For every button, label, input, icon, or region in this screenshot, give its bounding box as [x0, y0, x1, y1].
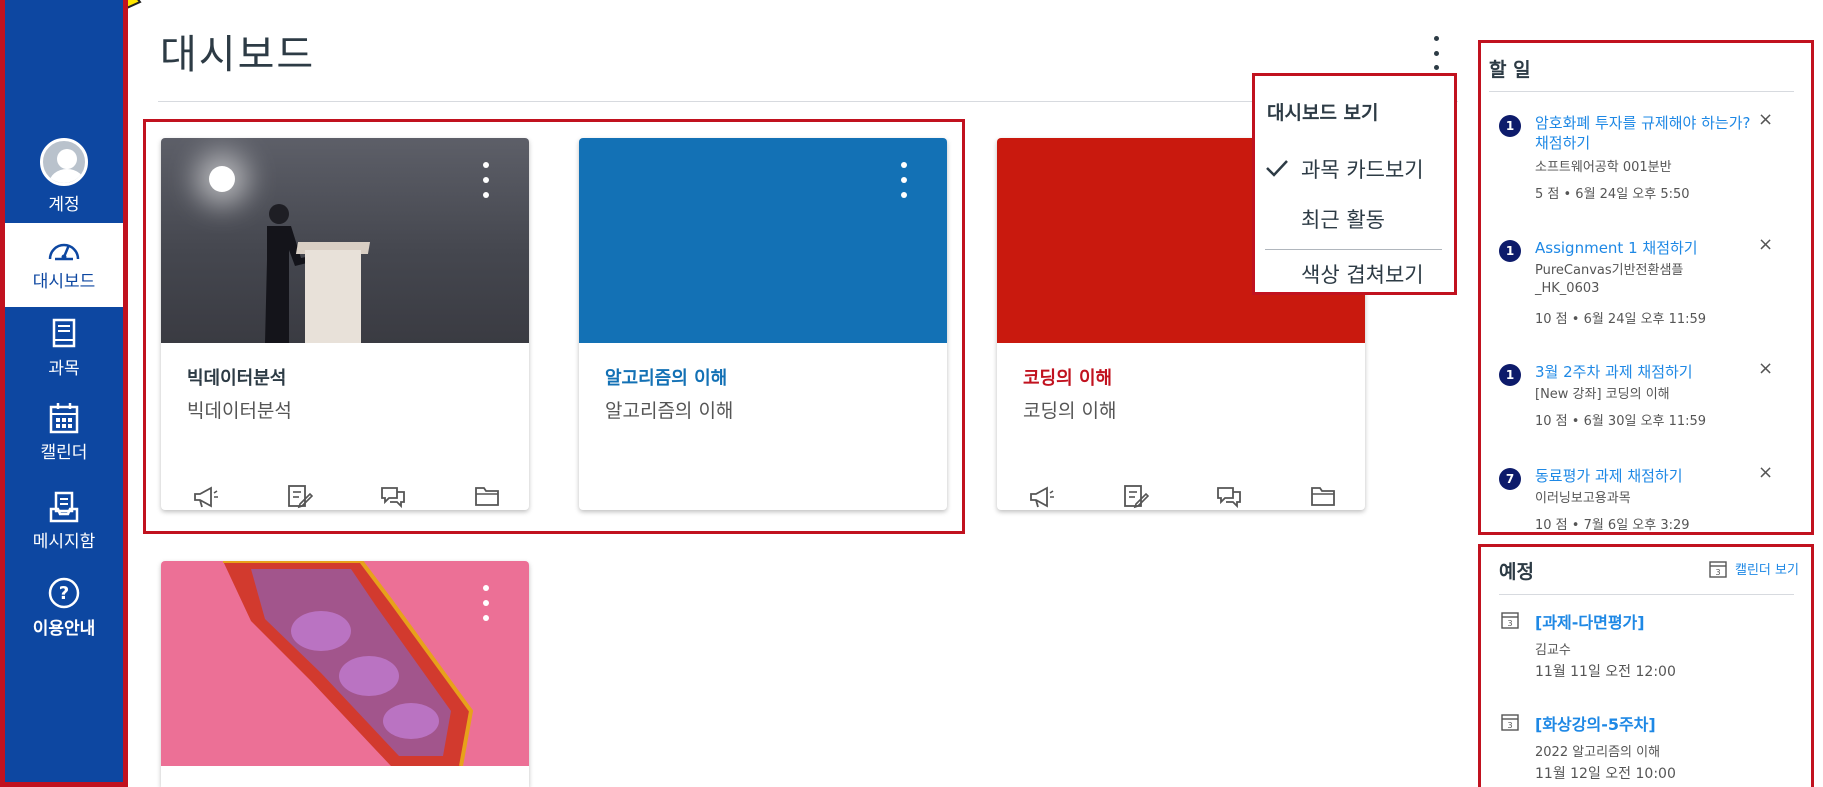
todo-item-link[interactable]: 3월 2주차 과제 채점하기 — [1535, 362, 1765, 382]
upcoming-event-course: 2022 알고리즘의 이해 — [1535, 745, 1661, 760]
svg-text:?: ? — [59, 583, 69, 604]
course-card-image — [579, 138, 947, 343]
svg-text:3: 3 — [1507, 721, 1512, 730]
todo-item-meta: 10 점 • 7월 6일 오후 3:29 — [1535, 518, 1690, 533]
todo-item-course: 이러닝보고용과목 — [1535, 491, 1631, 506]
user-avatar-icon — [40, 138, 88, 186]
course-card-actions — [191, 482, 501, 510]
course-card-subtitle: 빅데이터분석 — [187, 400, 292, 422]
calendar-event-icon: 3 — [1501, 612, 1519, 629]
todo-heading: 할 일 — [1489, 59, 1531, 81]
speaker-figure — [265, 204, 309, 343]
view-option-color-overlay[interactable]: 색상 겹쳐보기 — [1301, 259, 1424, 289]
svg-text:3: 3 — [1715, 568, 1720, 577]
course-card-image — [161, 138, 529, 343]
dismiss-close-icon[interactable]: × — [1758, 234, 1773, 255]
course-card-name[interactable]: 빅데이터분석 — [187, 364, 286, 390]
todo-item-link[interactable]: Assignment 1 채점하기 — [1535, 238, 1765, 258]
announcements-icon[interactable] — [191, 482, 219, 510]
dismiss-close-icon[interactable]: × — [1758, 358, 1773, 379]
dashboard-gauge-icon — [48, 243, 80, 261]
view-calendar-link[interactable]: 3 캘린더 보기 — [1709, 559, 1799, 578]
todo-item-course: PureCanvas기반전환샘플_HK_0603 — [1535, 263, 1684, 296]
todo-item-course: 소프트웨어공학 001분반 — [1535, 160, 1672, 175]
checkmark-icon — [1266, 160, 1288, 177]
todo-item-course: [New 강좌] 코딩의 이해 — [1535, 387, 1670, 402]
dashboard-view-menu: 대시보드 보기 과목 카드보기 최근 활동 색상 겹쳐보기 — [1252, 73, 1457, 295]
calendar-icon: 3 — [1709, 560, 1727, 578]
upcoming-event-date: 11월 11일 오전 12:00 — [1535, 664, 1676, 680]
nav-dashboard-label: 대시보드 — [32, 272, 96, 292]
todo-item-link[interactable]: 동료평가 과제 채점하기 — [1535, 466, 1765, 486]
upcoming-panel: 예정 3 캘린더 보기 3 [과제-다면평가] 김교수 11월 11일 오전 1… — [1478, 544, 1814, 787]
course-card[interactable]: 알고리즘의 이해 알고리즘의 이해 — [579, 138, 947, 510]
needs-grading-count-badge: 1 — [1499, 115, 1521, 137]
course-card-subtitle: 코딩의 이해 — [1023, 400, 1117, 422]
book-icon — [52, 318, 76, 348]
inbox-icon — [49, 491, 79, 523]
course-card-subtitle: 알고리즘의 이해 — [605, 400, 734, 422]
view-menu-divider — [1265, 249, 1442, 250]
nav-inbox[interactable]: 메시지함 — [5, 491, 123, 552]
todo-item-meta: 10 점 • 6월 24일 오후 11:59 — [1535, 312, 1707, 327]
upcoming-event-link[interactable]: [화상강의-5주차] — [1535, 711, 1656, 735]
upcoming-divider — [1499, 594, 1794, 595]
todo-item-link[interactable]: 암호화폐 투자를 규제해야 하는가? 채점하기 — [1535, 113, 1765, 153]
calendar-event-icon: 3 — [1501, 714, 1519, 731]
todo-item-meta: 10 점 • 6월 30일 오후 11:59 — [1535, 414, 1707, 429]
help-circle-icon: ? — [48, 577, 80, 609]
nav-help-label: 이용안내 — [32, 619, 96, 639]
assignments-icon[interactable] — [1121, 482, 1149, 510]
discussions-icon[interactable] — [379, 482, 407, 510]
course-card-actions — [1027, 482, 1337, 510]
upcoming-heading: 예정 — [1499, 561, 1534, 583]
nav-account[interactable]: 계정 — [5, 138, 123, 215]
nav-dashboard[interactable]: 대시보드 — [5, 223, 123, 307]
view-option-recent-activity[interactable]: 최근 활동 — [1301, 204, 1385, 234]
dismiss-close-icon[interactable]: × — [1758, 109, 1773, 130]
card-options-kebab-icon[interactable] — [899, 162, 909, 198]
nav-help[interactable]: ? 이용안내 — [5, 576, 123, 639]
files-folder-icon[interactable] — [1309, 482, 1337, 510]
calendar-icon — [49, 403, 79, 434]
svg-text:3: 3 — [1507, 619, 1512, 628]
nav-courses[interactable]: 과목 — [5, 318, 123, 379]
course-card-name[interactable]: 알고리즘의 이해 — [605, 364, 727, 390]
course-card-image — [161, 561, 529, 766]
upcoming-event-date: 11월 12일 오전 10:00 — [1535, 766, 1676, 782]
global-nav: 계정 대시보드 과목 캘린더 메시지함 ? 이용안내 — [0, 0, 128, 787]
todo-item-meta: 5 점 • 6월 24일 오후 5:50 — [1535, 187, 1690, 202]
upcoming-event-link[interactable]: [과제-다면평가] — [1535, 609, 1645, 633]
files-folder-icon[interactable] — [473, 482, 501, 510]
card-options-kebab-icon[interactable] — [481, 585, 491, 621]
dashboard-options-kebab-icon[interactable] — [1426, 36, 1446, 70]
card-options-kebab-icon[interactable] — [481, 162, 491, 198]
course-card[interactable]: 빅데이터분석 빅데이터분석 — [161, 138, 529, 510]
nav-inbox-label: 메시지함 — [32, 532, 96, 552]
course-card[interactable] — [161, 561, 529, 787]
nav-courses-label: 과목 — [48, 359, 80, 379]
needs-grading-count-badge: 1 — [1499, 364, 1521, 386]
view-calendar-label[interactable]: 캘린더 보기 — [1735, 559, 1799, 578]
dismiss-close-icon[interactable]: × — [1758, 462, 1773, 483]
page-title: 대시보드 — [160, 32, 316, 78]
todo-divider — [1489, 91, 1794, 92]
course-card-name[interactable]: 코딩의 이해 — [1023, 364, 1112, 390]
nav-calendar-label: 캘린더 — [40, 443, 88, 463]
needs-grading-count-badge: 7 — [1499, 468, 1521, 490]
nav-account-label: 계정 — [48, 195, 80, 215]
todo-panel: 할 일 1 암호화폐 투자를 규제해야 하는가? 채점하기 소프트웨어공학 00… — [1478, 40, 1814, 535]
view-option-card[interactable]: 과목 카드보기 — [1301, 154, 1424, 184]
needs-grading-count-badge: 1 — [1499, 240, 1521, 262]
upcoming-event-course: 김교수 — [1535, 643, 1571, 658]
assignments-icon[interactable] — [285, 482, 313, 510]
ship-hull-model — [223, 561, 474, 766]
nav-calendar[interactable]: 캘린더 — [5, 402, 123, 463]
view-menu-heading: 대시보드 보기 — [1267, 102, 1379, 124]
discussions-icon[interactable] — [1215, 482, 1243, 510]
announcements-icon[interactable] — [1027, 482, 1055, 510]
